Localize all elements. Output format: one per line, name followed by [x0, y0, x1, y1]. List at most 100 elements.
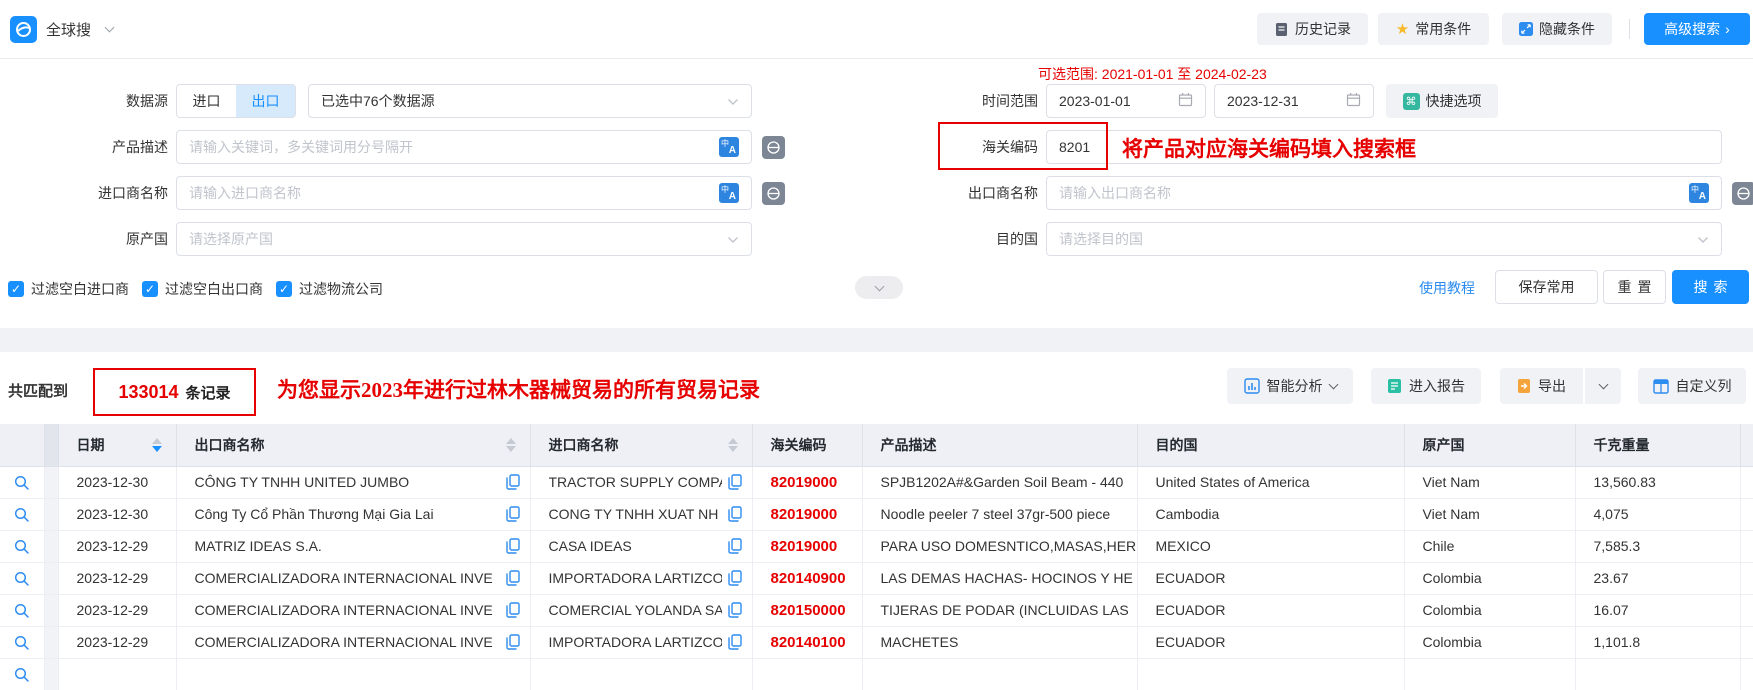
- table-row-partial: [0, 658, 1753, 690]
- exporter-name-input[interactable]: [1059, 185, 1689, 201]
- favorites-button-label: 常用条件: [1415, 19, 1471, 39]
- favorites-button[interactable]: ★ 常用条件: [1378, 13, 1489, 45]
- sort-control[interactable]: [152, 438, 162, 452]
- match-count-highlight-box: 133014 条记录: [93, 368, 256, 416]
- match-summary-suffix: 条记录: [186, 382, 231, 403]
- cell-origin: Viet Nam: [1404, 498, 1575, 530]
- advanced-search-button[interactable]: 高级搜索 ›: [1644, 13, 1750, 45]
- match-summary-prefix: 共匹配到: [8, 380, 68, 401]
- row-detail-magnifier-icon[interactable]: [14, 475, 30, 491]
- save-conditions-button[interactable]: 保存常用: [1495, 270, 1598, 304]
- copy-icon[interactable]: [506, 538, 520, 554]
- row-detail-magnifier-icon[interactable]: [14, 667, 30, 683]
- start-date-input[interactable]: 2023-01-01: [1046, 84, 1206, 118]
- copy-icon[interactable]: [728, 634, 742, 650]
- export-button[interactable]: 导出: [1500, 368, 1583, 404]
- copy-icon[interactable]: [728, 602, 742, 618]
- tutorial-link[interactable]: 使用教程: [1419, 278, 1475, 298]
- column-header-importer[interactable]: 进口商名称: [530, 424, 752, 466]
- report-clipboard-icon: [1387, 378, 1402, 394]
- hide-conditions-label: 隐藏条件: [1539, 19, 1595, 39]
- sort-control[interactable]: [728, 438, 738, 452]
- tab-export[interactable]: 出口: [236, 85, 295, 117]
- dest-country-placeholder: 请选择目的国: [1059, 229, 1697, 249]
- hide-conditions-button[interactable]: 隐藏条件: [1502, 13, 1612, 45]
- reset-button[interactable]: 重置: [1603, 270, 1666, 304]
- column-header-product: 产品描述: [862, 424, 1137, 466]
- column-header-clipped: [1740, 424, 1753, 466]
- filter-label: 过滤空白出口商: [165, 279, 263, 299]
- column-header-date[interactable]: 日期: [58, 424, 176, 466]
- match-mode-toggle-icon[interactable]: [1732, 182, 1753, 205]
- search-button[interactable]: 搜索: [1672, 270, 1749, 304]
- product-desc-label: 产品描述: [0, 130, 168, 164]
- custom-columns-button[interactable]: 自定义列: [1638, 368, 1746, 404]
- quick-options-button[interactable]: ⌘ 快捷选项: [1386, 84, 1498, 118]
- copy-icon[interactable]: [506, 634, 520, 650]
- detail-column-header: [0, 424, 44, 466]
- data-source-select[interactable]: 已选中76个数据源: [308, 84, 752, 118]
- history-button[interactable]: 历史记录: [1257, 13, 1368, 45]
- row-detail-magnifier-icon[interactable]: [14, 539, 30, 555]
- cell-importer: CONG TY TNHH XUAT NH: [530, 498, 752, 530]
- table-row: 2023-12-29 MATRIZ IDEAS S.A. CASA IDEAS …: [0, 530, 1753, 562]
- table-row: 2023-12-29 COMERCIALIZADORA INTERNACIONA…: [0, 594, 1753, 626]
- chevron-down-icon: [1598, 380, 1608, 390]
- enter-report-button[interactable]: 进入报告: [1371, 368, 1481, 404]
- product-desc-input[interactable]: [189, 139, 719, 155]
- cell-origin: Chile: [1404, 530, 1575, 562]
- start-date-value: 2023-01-01: [1059, 93, 1131, 109]
- copy-icon[interactable]: [506, 602, 520, 618]
- cell-weight: 16.07: [1575, 594, 1740, 626]
- sort-control[interactable]: [506, 438, 516, 452]
- globe-icon: [15, 21, 32, 38]
- row-detail-magnifier-icon[interactable]: [14, 571, 30, 587]
- translate-icon[interactable]: 中 A: [719, 183, 739, 203]
- copy-icon[interactable]: [728, 570, 742, 586]
- row-detail-magnifier-icon[interactable]: [14, 635, 30, 651]
- app-logo-icon[interactable]: [10, 16, 37, 43]
- app-switch-chevron-down-icon[interactable]: [105, 23, 115, 33]
- cell-exporter: COMERCIALIZADORA INTERNACIONAL INVE: [176, 562, 530, 594]
- copy-icon[interactable]: [506, 506, 520, 522]
- table-header-row: 日期 出口商名称 进口商名称: [0, 424, 1753, 466]
- origin-country-select[interactable]: 请选择原产国: [176, 222, 752, 256]
- export-options-button[interactable]: [1585, 368, 1621, 404]
- cell-destination: Cambodia: [1137, 498, 1404, 530]
- cell-destination: ECUADOR: [1137, 562, 1404, 594]
- match-mode-toggle-icon[interactable]: [762, 182, 785, 205]
- collapse-form-button[interactable]: [855, 276, 903, 299]
- smart-analysis-button[interactable]: 智能分析: [1227, 368, 1353, 404]
- export-label: 导出: [1538, 376, 1566, 396]
- star-icon: ★: [1396, 20, 1409, 38]
- row-detail-magnifier-icon[interactable]: [14, 507, 30, 523]
- cell-date: 2023-12-29: [58, 530, 176, 562]
- calendar-icon: [1178, 92, 1193, 110]
- filter-logistics-checkbox[interactable]: ✓ 过滤物流公司: [276, 279, 383, 299]
- filter-blank-exporter-checkbox[interactable]: ✓ 过滤空白出口商: [142, 279, 263, 299]
- calendar-icon: [1346, 92, 1361, 110]
- table-row: 2023-12-29 COMERCIALIZADORA INTERNACIONA…: [0, 626, 1753, 658]
- end-date-input[interactable]: 2023-12-31: [1214, 84, 1374, 118]
- tab-import[interactable]: 进口: [177, 85, 236, 117]
- filter-blank-importer-checkbox[interactable]: ✓ 过滤空白进口商: [8, 279, 129, 299]
- dest-country-select[interactable]: 请选择目的国: [1046, 222, 1722, 256]
- copy-icon[interactable]: [728, 474, 742, 490]
- hs-code-annotation: 将产品对应海关编码填入搜索框: [1122, 133, 1416, 163]
- copy-icon[interactable]: [506, 474, 520, 490]
- copy-icon[interactable]: [728, 506, 742, 522]
- copy-icon[interactable]: [728, 538, 742, 554]
- copy-icon[interactable]: [506, 570, 520, 586]
- match-mode-toggle-icon[interactable]: [762, 136, 785, 159]
- results-table: 日期 出口商名称 进口商名称: [0, 424, 1753, 690]
- row-detail-magnifier-icon[interactable]: [14, 603, 30, 619]
- translate-icon[interactable]: 中 A: [1689, 183, 1709, 203]
- app-title: 全球搜: [46, 19, 91, 40]
- importer-name-input[interactable]: [189, 185, 719, 201]
- table-body: 2023-12-30 CÔNG TY TNHH UNITED JUMBO TRA…: [0, 466, 1753, 690]
- cell-hs-code: 820150000: [752, 594, 862, 626]
- cell-destination: MEXICO: [1137, 530, 1404, 562]
- translate-icon[interactable]: 中 A: [719, 137, 739, 157]
- column-header-exporter[interactable]: 出口商名称: [176, 424, 530, 466]
- chevron-down-icon: [1697, 231, 1709, 247]
